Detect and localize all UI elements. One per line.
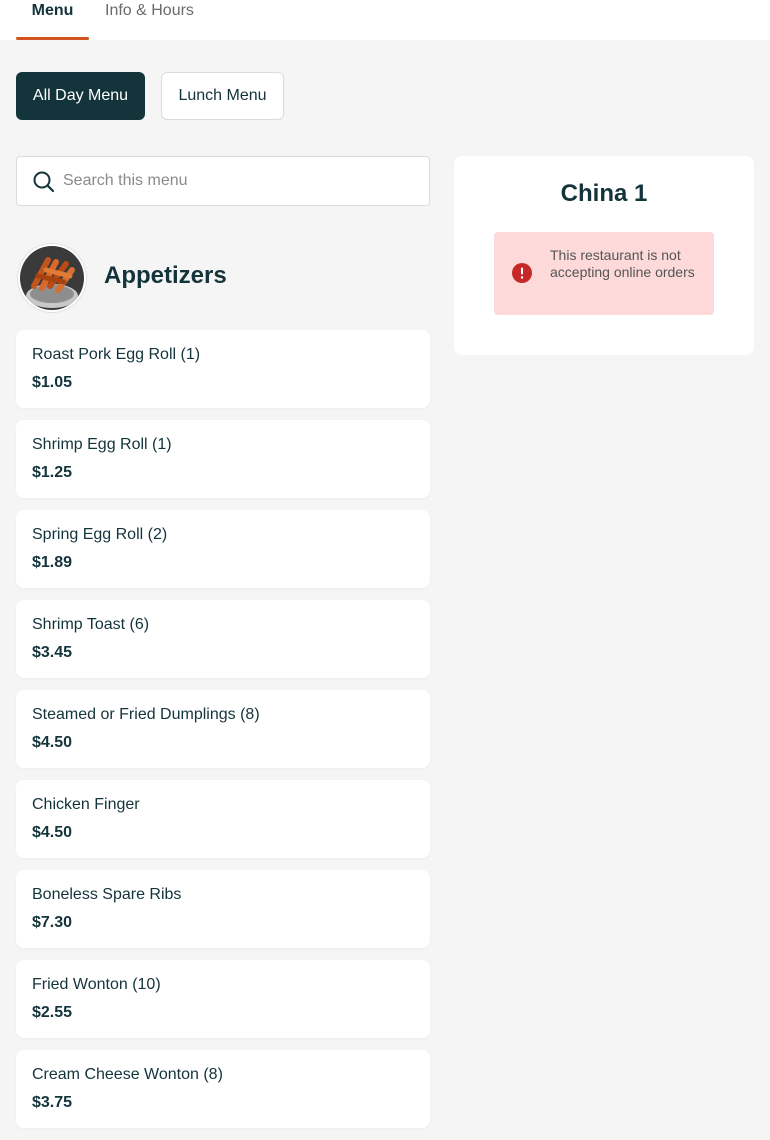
top-nav: Menu Info & Hours — [0, 0, 770, 40]
item-name: Cream Cheese Wonton (8) — [32, 1066, 223, 1083]
restaurant-name: China 1 — [560, 180, 648, 207]
alert-icon — [512, 263, 532, 283]
item-price: $3.45 — [32, 644, 73, 661]
menu-item[interactable]: Steamed or Fried Dumplings (8) $4.50 — [16, 690, 430, 768]
item-name: Chicken Finger — [32, 796, 140, 813]
alert-message: This restaurant is not accepting online … — [550, 247, 695, 280]
menu-item[interactable]: Shrimp Toast (6) $3.45 — [16, 600, 430, 678]
item-price: $3.75 — [32, 1094, 73, 1111]
menu-item[interactable]: Roast Pork Egg Roll (1) $1.05 — [16, 330, 430, 408]
menu-item[interactable]: Boneless Spare Ribs $7.30 — [16, 870, 430, 948]
menu-search[interactable] — [16, 156, 430, 206]
item-price: $4.50 — [32, 734, 73, 751]
item-price: $1.89 — [32, 554, 73, 571]
restaurant-card: China 1 This restaurant is not accepting… — [454, 156, 754, 355]
item-name: Fried Wonton (10) — [32, 976, 161, 993]
all-day-menu-button[interactable]: All Day Menu — [16, 72, 145, 120]
item-name: Roast Pork Egg Roll (1) — [32, 346, 201, 363]
not-accepting-orders-alert: This restaurant is not accepting online … — [494, 232, 714, 315]
category-title: Appetizers — [104, 262, 227, 289]
menu-item[interactable]: Chicken Finger $4.50 — [16, 780, 430, 858]
menu-item[interactable]: Fried Wonton (10) $2.55 — [16, 960, 430, 1038]
tab-info-hours[interactable]: Info & Hours — [105, 0, 194, 40]
item-price: $1.05 — [32, 374, 73, 391]
lunch-menu-button[interactable]: Lunch Menu — [161, 72, 284, 120]
item-price: $2.55 — [32, 1004, 73, 1021]
tab-menu[interactable]: Menu — [16, 0, 89, 40]
item-name: Boneless Spare Ribs — [32, 886, 182, 903]
item-price: $7.30 — [32, 914, 73, 931]
item-name: Steamed or Fried Dumplings (8) — [32, 706, 260, 723]
item-price: $1.25 — [32, 464, 73, 481]
menu-item[interactable]: Cream Cheese Wonton (8) $3.75 — [16, 1050, 430, 1128]
search-input[interactable] — [63, 158, 423, 204]
item-name: Spring Egg Roll (2) — [32, 526, 168, 543]
menu-item[interactable]: Spring Egg Roll (2) $1.89 — [16, 510, 430, 588]
search-icon — [33, 171, 55, 193]
appetizers-image — [18, 244, 86, 312]
item-name: Shrimp Toast (6) — [32, 616, 150, 633]
item-name: Shrimp Egg Roll (1) — [32, 436, 172, 453]
menu-item[interactable]: Shrimp Egg Roll (1) $1.25 — [16, 420, 430, 498]
item-price: $4.50 — [32, 824, 73, 841]
